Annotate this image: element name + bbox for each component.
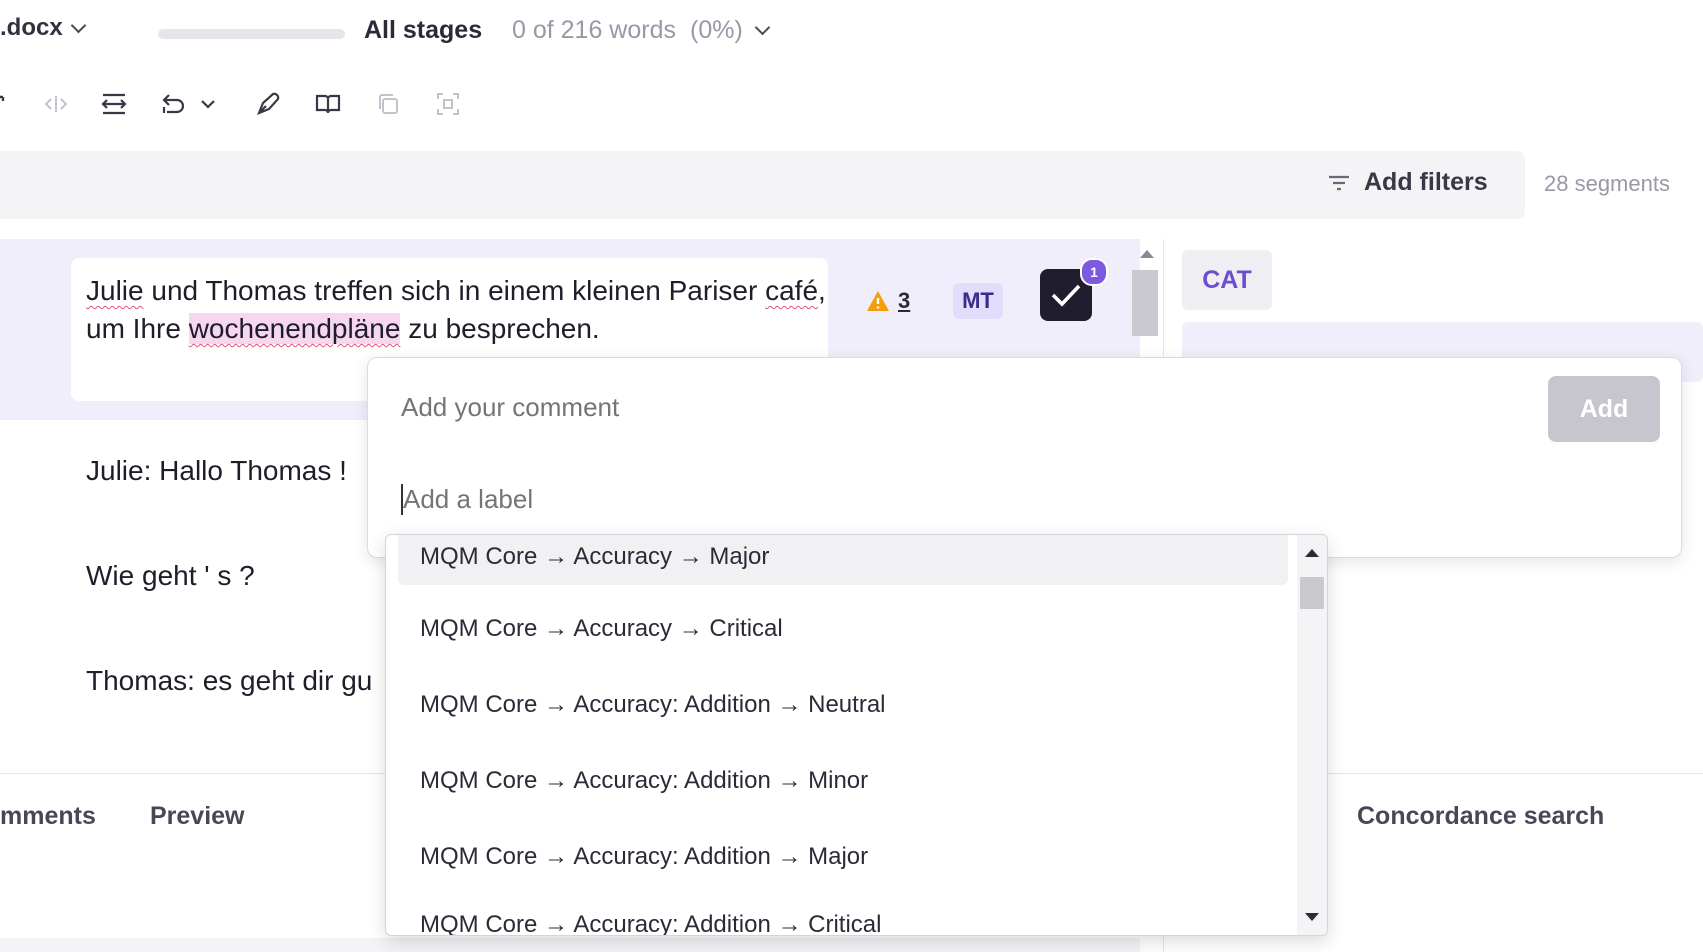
warning-icon [867, 291, 889, 311]
label-option[interactable]: MQM Core → Accuracy: Addition → Minor [398, 753, 1288, 809]
filter-icon [1329, 175, 1349, 190]
label-input[interactable] [401, 484, 1503, 515]
segment-count: 28 segments [1544, 171, 1670, 196]
segment-row[interactable]: Julie: Hallo Thomas ! [86, 455, 347, 487]
misspelled-word[interactable]: café [765, 275, 818, 306]
segment-row[interactable]: Thomas: es geht dir gu [86, 665, 372, 697]
comment-popup [367, 357, 1682, 558]
mt-badge: MT [953, 283, 1003, 319]
segment-target-text[interactable]: Julie und Thomas treffen sich in einem k… [86, 272, 826, 348]
filter-bar [0, 151, 1525, 219]
book-icon[interactable] [310, 82, 346, 126]
join-icon[interactable] [96, 82, 132, 126]
check-icon [1051, 284, 1081, 307]
word-count-dropdown[interactable]: 0 of 216 words (0%) [512, 16, 771, 45]
copy-icon[interactable] [370, 82, 406, 126]
scroll-up-arrow[interactable] [1305, 549, 1319, 557]
label-option[interactable]: MQM Core → Accuracy → Critical [398, 601, 1288, 657]
file-name: .docx [0, 14, 63, 41]
misspelled-word[interactable]: Julie [86, 275, 144, 306]
word-percent: (0%) [690, 16, 743, 44]
chevron-down-icon [754, 19, 771, 36]
progress-bar [158, 29, 345, 39]
split-icon[interactable] [38, 82, 74, 126]
scroll-up-arrow[interactable] [1140, 250, 1154, 258]
commented-text-highlight[interactable]: wochenendpläne [188, 313, 401, 344]
tab-preview[interactable]: Preview [150, 802, 245, 831]
file-name-dropdown[interactable]: .docx [0, 14, 86, 42]
tab-cat[interactable]: CAT [1182, 250, 1272, 310]
scroll-down-arrow[interactable] [1305, 913, 1319, 921]
add-comment-button[interactable]: Add [1548, 376, 1660, 442]
stage-selector[interactable]: All stages [364, 16, 482, 45]
chevron-down-icon[interactable] [190, 82, 226, 126]
label-option[interactable]: MQM Core → Accuracy: Addition → Major [398, 829, 1288, 885]
scrollbar-thumb[interactable] [1132, 270, 1158, 336]
format-icon[interactable] [0, 82, 22, 126]
tab-comments[interactable]: mments [0, 802, 96, 831]
label-dropdown: MQM Core → Accuracy → Major MQM Core → A… [385, 534, 1328, 936]
tab-concordance-search[interactable]: Concordance search [1357, 802, 1604, 831]
warning-count: 3 [898, 288, 911, 313]
lock-icon[interactable] [430, 82, 466, 126]
undo-icon[interactable] [156, 82, 192, 126]
bottom-scroll-strip [0, 938, 1140, 952]
add-filters-label: Add filters [1364, 168, 1488, 196]
label-option[interactable]: MQM Core → Accuracy → Major [398, 535, 1288, 585]
comment-count-badge: 1 [1080, 258, 1108, 286]
comment-input[interactable] [401, 392, 1531, 423]
scrollbar-thumb[interactable] [1300, 577, 1324, 609]
qa-warnings[interactable]: 3 [866, 288, 910, 314]
add-filters-button[interactable]: Add filters [1328, 168, 1488, 197]
segment-row[interactable]: Wie geht ' s ? [86, 560, 255, 592]
word-progress: 0 of 216 words [512, 16, 676, 44]
chevron-down-icon [70, 17, 86, 33]
editor-toolbar [0, 82, 470, 126]
label-option[interactable]: MQM Core → Accuracy: Addition → Neutral [398, 677, 1288, 733]
dropdown-scrollbar[interactable] [1297, 535, 1327, 935]
label-option[interactable]: MQM Core → Accuracy: Addition → Critical [398, 897, 1288, 935]
pen-icon[interactable] [250, 82, 286, 126]
